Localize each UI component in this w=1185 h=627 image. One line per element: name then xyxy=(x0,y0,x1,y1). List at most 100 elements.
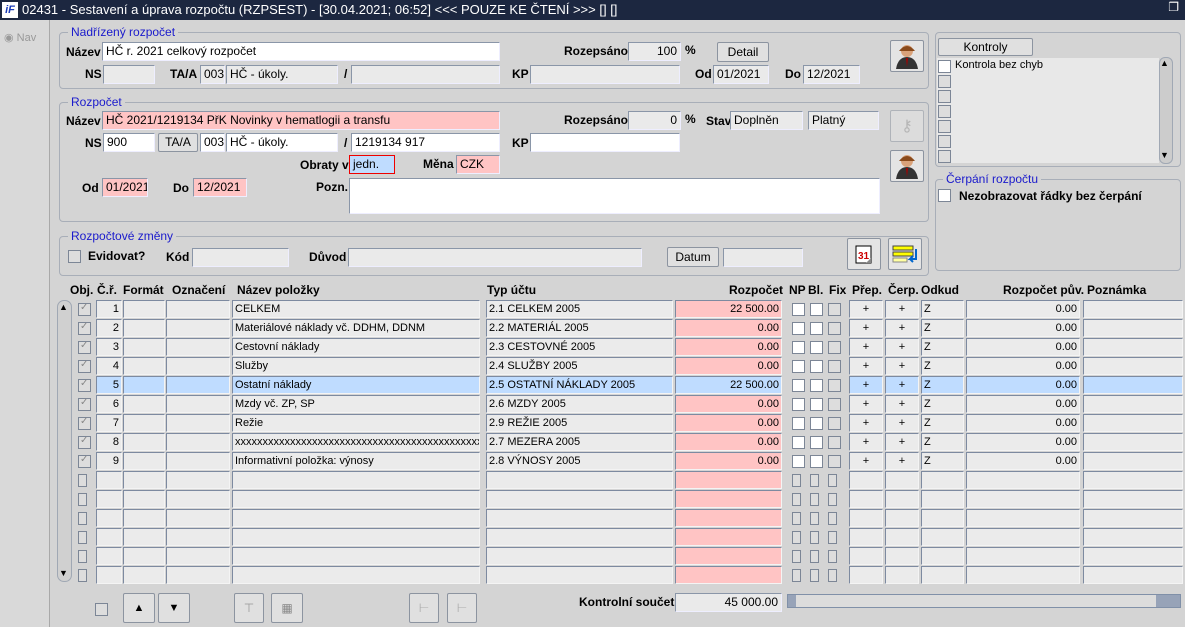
cell-empty[interactable] xyxy=(1083,566,1183,584)
obj-checkbox[interactable]: ✓ xyxy=(78,416,91,430)
cell-empty[interactable] xyxy=(166,509,230,527)
fix-checkbox[interactable] xyxy=(828,417,841,430)
bl-checkbox[interactable] xyxy=(810,455,823,468)
cell-puv[interactable] xyxy=(966,566,1080,584)
cell-prep[interactable]: + xyxy=(849,357,883,375)
cell-n[interactable]: 1 xyxy=(96,300,122,318)
cell-rozp[interactable]: 22 500.00 xyxy=(675,300,782,318)
cell-rozp[interactable] xyxy=(675,509,782,527)
cell-name[interactable] xyxy=(232,566,480,584)
cell-typ[interactable] xyxy=(486,566,673,584)
cell-typ[interactable]: 2.7 MEZERA 2005 xyxy=(486,433,673,451)
kontroly-button[interactable]: Kontroly xyxy=(938,38,1033,56)
cell-rozp[interactable]: 0.00 xyxy=(675,433,782,451)
cell-empty[interactable] xyxy=(1083,414,1183,432)
cell-name[interactable]: Mzdy vč. ZP, SP xyxy=(232,395,480,413)
cell-rozp[interactable]: 0.00 xyxy=(675,319,782,337)
cell-rozp[interactable] xyxy=(675,547,782,565)
cell-cerp[interactable]: + xyxy=(885,452,919,470)
cell-cerp[interactable]: + xyxy=(885,395,919,413)
cell-n[interactable] xyxy=(96,509,122,527)
cell-cerp[interactable]: + xyxy=(885,357,919,375)
calendar-icon[interactable]: 31 xyxy=(847,238,881,270)
pozn-field[interactable] xyxy=(349,178,880,214)
bl-checkbox[interactable] xyxy=(810,379,823,392)
cell-prep[interactable] xyxy=(849,547,883,565)
cell-empty[interactable] xyxy=(166,490,230,508)
control-checkbox[interactable] xyxy=(938,105,951,118)
cell-puv[interactable]: 0.00 xyxy=(966,338,1080,356)
cell-empty[interactable] xyxy=(123,319,165,337)
cell-name[interactable]: Služby xyxy=(232,357,480,375)
cell-puv[interactable] xyxy=(966,547,1080,565)
np-checkbox[interactable] xyxy=(792,341,805,354)
cell-cerp[interactable] xyxy=(885,566,919,584)
cell-empty[interactable] xyxy=(123,433,165,451)
cell-typ[interactable] xyxy=(486,490,673,508)
cell-empty[interactable] xyxy=(166,300,230,318)
cell-empty[interactable] xyxy=(123,395,165,413)
cell-rozp[interactable] xyxy=(675,471,782,489)
fix-checkbox[interactable] xyxy=(828,436,841,449)
cell-cerp[interactable] xyxy=(885,547,919,565)
horizontal-scrollbar[interactable] xyxy=(787,594,1181,608)
controls-scrollbar[interactable] xyxy=(1159,57,1173,164)
cell-prep[interactable]: + xyxy=(849,395,883,413)
cell-odkud[interactable]: Z xyxy=(921,357,964,375)
cell-rozp[interactable] xyxy=(675,528,782,546)
cell-odkud[interactable]: Z xyxy=(921,414,964,432)
cell-empty[interactable] xyxy=(123,376,165,394)
obj-checkbox[interactable] xyxy=(78,512,87,525)
cell-odkud[interactable]: Z xyxy=(921,376,964,394)
obj-checkbox[interactable] xyxy=(78,569,87,582)
cell-rozp[interactable]: 22 500.00 xyxy=(675,376,782,394)
cell-prep[interactable]: + xyxy=(849,338,883,356)
cell-empty[interactable] xyxy=(1083,357,1183,375)
cell-puv[interactable] xyxy=(966,509,1080,527)
cell-name[interactable] xyxy=(232,528,480,546)
cell-empty[interactable] xyxy=(166,319,230,337)
budget-taa-code[interactable]: 003 xyxy=(200,133,225,152)
cell-puv[interactable]: 0.00 xyxy=(966,452,1080,470)
obraty-field[interactable]: jedn. xyxy=(349,155,395,174)
cell-typ[interactable]: 2.1 CELKEM 2005 xyxy=(486,300,673,318)
cell-name[interactable]: Materiálové náklady vč. DDHM, DDNM xyxy=(232,319,480,337)
fix-checkbox[interactable] xyxy=(828,531,837,544)
parent-name-field[interactable]: HČ r. 2021 celkový rozpočet xyxy=(102,42,500,61)
cell-name[interactable] xyxy=(232,471,480,489)
np-checkbox[interactable] xyxy=(792,531,801,544)
bl-checkbox[interactable] xyxy=(810,341,823,354)
cell-empty[interactable] xyxy=(166,395,230,413)
cell-odkud[interactable]: Z xyxy=(921,338,964,356)
obj-checkbox[interactable]: ✓ xyxy=(78,321,91,335)
control-checkbox[interactable] xyxy=(938,90,951,103)
cell-prep[interactable]: + xyxy=(849,414,883,432)
bl-checkbox[interactable] xyxy=(810,512,819,525)
cell-prep[interactable]: + xyxy=(849,433,883,451)
cell-typ[interactable] xyxy=(486,471,673,489)
fix-checkbox[interactable] xyxy=(828,379,841,392)
cell-rozp[interactable]: 0.00 xyxy=(675,414,782,432)
cell-empty[interactable] xyxy=(123,357,165,375)
cell-cerp[interactable]: + xyxy=(885,319,919,337)
cell-prep[interactable] xyxy=(849,471,883,489)
cell-odkud[interactable] xyxy=(921,547,964,565)
obj-checkbox[interactable]: ✓ xyxy=(78,435,91,449)
cell-name[interactable]: xxxxxxxxxxxxxxxxxxxxxxxxxxxxxxxxxxxxxxxx… xyxy=(232,433,480,451)
cell-empty[interactable] xyxy=(166,452,230,470)
obj-checkbox[interactable]: ✓ xyxy=(78,302,91,316)
cell-typ[interactable] xyxy=(486,509,673,527)
bl-checkbox[interactable] xyxy=(810,569,819,582)
nav-radio[interactable]: ◉ Nav xyxy=(4,31,36,44)
cell-typ[interactable]: 2.5 OSTATNÍ NÁKLADY 2005 xyxy=(486,376,673,394)
cell-empty[interactable] xyxy=(166,433,230,451)
bl-checkbox[interactable] xyxy=(810,531,819,544)
cell-odkud[interactable] xyxy=(921,566,964,584)
np-checkbox[interactable] xyxy=(792,493,801,506)
obj-checkbox[interactable]: ✓ xyxy=(78,454,91,468)
cell-n[interactable] xyxy=(96,528,122,546)
bl-checkbox[interactable] xyxy=(810,493,819,506)
cell-cerp[interactable]: + xyxy=(885,433,919,451)
cell-n[interactable] xyxy=(96,490,122,508)
budget-od-field[interactable]: 01/2021 xyxy=(102,178,148,197)
